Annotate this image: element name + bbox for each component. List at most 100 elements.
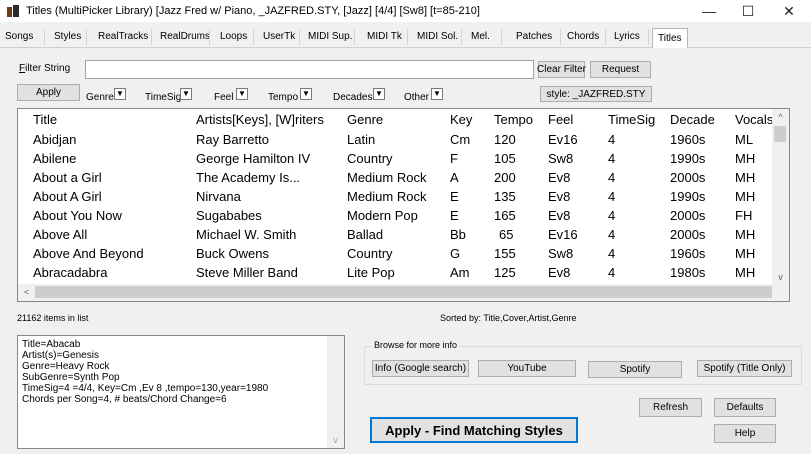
table-row[interactable]: Abracadabra Steve Miller Band Lite Pop A… <box>18 263 785 282</box>
tempo-dropdown-arrow-icon[interactable]: ▼ <box>300 88 312 100</box>
cell-timesig: 4 <box>608 189 616 204</box>
clear-filter-button[interactable]: Clear Filter <box>537 61 586 78</box>
refresh-button[interactable]: Refresh <box>639 398 702 417</box>
cell-key: Am <box>450 265 470 280</box>
filter-string-input[interactable] <box>85 60 534 79</box>
cell-genre: Country <box>347 246 393 261</box>
tab-midi-sol[interactable]: MIDI Sol. <box>417 30 458 47</box>
minimize-button[interactable]: — <box>692 0 726 22</box>
cell-genre: Medium Rock <box>347 170 427 185</box>
info-line: Chords per Song=4, # beats/Chord Change=… <box>22 394 227 405</box>
google-search-button[interactable]: Info (Google search) <box>372 360 469 377</box>
genre-dropdown-arrow-icon[interactable]: ▼ <box>114 88 126 100</box>
column-header-artists[interactable]: Artists[Keys], [W]riters <box>181 109 332 130</box>
tab-realdrums[interactable]: RealDrums <box>160 30 210 47</box>
info-vertical-scrollbar[interactable]: v <box>327 336 344 448</box>
tab-titles[interactable]: Titles <box>652 28 688 48</box>
info-line: Title=Abacab <box>22 339 81 350</box>
spotify-title-only-button[interactable]: Spotify (Title Only) <box>697 360 792 377</box>
scroll-down-arrow-icon[interactable]: v <box>772 269 789 285</box>
cell-feel: Sw8 <box>548 151 574 166</box>
cell-key: Cm <box>450 132 471 147</box>
tab-realtracks[interactable]: RealTracks <box>98 30 148 47</box>
request-button[interactable]: Request <box>590 61 651 78</box>
tab-chords[interactable]: Chords <box>567 30 599 47</box>
spotify-button[interactable]: Spotify <box>588 361 682 378</box>
cell-tempo: 65 <box>499 227 514 242</box>
cell-tempo: 135 <box>494 189 516 204</box>
table-row[interactable]: Above All Michael W. Smith Ballad Bb 65 … <box>18 225 785 244</box>
tab-songs[interactable]: Songs <box>5 30 33 47</box>
column-header-genre[interactable]: Genre <box>332 109 435 130</box>
tempo-filter-label: Tempo <box>268 92 299 103</box>
song-titles-list[interactable]: Title Artists[Keys], [W]riters Genre Key… <box>17 108 790 302</box>
song-info-box[interactable]: Title=Abacab Artist(s)=Genesis Genre=Hea… <box>17 335 345 449</box>
list-vertical-scrollbar[interactable]: ^ v <box>772 109 789 285</box>
column-header-title[interactable]: Title <box>18 109 181 130</box>
table-row[interactable]: About You Now Sugababes Modern Pop E 165… <box>18 206 785 225</box>
table-row[interactable]: About a Girl The Academy Is... Medium Ro… <box>18 168 785 187</box>
cell-tempo: 105 <box>494 151 516 166</box>
tab-loops[interactable]: Loops <box>220 30 247 47</box>
browse-group-label: Browse for more info <box>372 340 460 350</box>
tab-usertk[interactable]: UserTk <box>263 30 295 47</box>
tab-patches[interactable]: Patches <box>516 30 552 47</box>
cell-timesig: 4 <box>608 132 616 147</box>
column-header-key[interactable]: Key <box>435 109 479 130</box>
column-header-timesig[interactable]: TimeSig <box>593 109 655 130</box>
scroll-up-arrow-icon[interactable]: ^ <box>772 109 789 125</box>
feel-filter-label: Feel <box>214 92 234 103</box>
timesig-dropdown-arrow-icon[interactable]: ▼ <box>180 88 192 100</box>
cell-artist: Michael W. Smith <box>196 227 297 242</box>
cell-genre: Modern Pop <box>347 208 418 223</box>
band-in-a-box-app-icon <box>6 4 20 18</box>
other-dropdown-arrow-icon[interactable]: ▼ <box>431 88 443 100</box>
table-row[interactable]: Abidjan Ray Barretto Latin Cm 120 Ev16 4… <box>18 130 785 149</box>
cell-decade: 1990s <box>670 151 706 166</box>
feel-dropdown-arrow-icon[interactable]: ▼ <box>236 88 248 100</box>
table-row[interactable]: About A Girl Nirvana Medium Rock E 135 E… <box>18 187 785 206</box>
tab-midi-sup[interactable]: MIDI Sup. <box>308 30 352 47</box>
timesig-filter-label: TimeSig <box>145 92 182 103</box>
defaults-button[interactable]: Defaults <box>714 398 776 417</box>
decades-dropdown-arrow-icon[interactable]: ▼ <box>373 88 385 100</box>
help-button[interactable]: Help <box>714 424 776 443</box>
cell-artist: Nirvana <box>196 189 241 204</box>
cell-artist: Sugababes <box>196 208 262 223</box>
column-header-decade[interactable]: Decade <box>655 109 720 130</box>
table-row[interactable]: Abilene George Hamilton IV Country F 105… <box>18 149 785 168</box>
cell-decade: 1980s <box>670 265 706 280</box>
cell-feel: Ev8 <box>548 189 571 204</box>
style-button[interactable]: style: _JAZFRED.STY <box>540 86 652 102</box>
apply-find-matching-styles-button[interactable]: Apply - Find Matching Styles <box>370 417 578 443</box>
cell-title: Above And Beyond <box>33 246 144 261</box>
cell-decade: 1960s <box>670 132 706 147</box>
cell-genre: Country <box>347 151 393 166</box>
other-filter-label: Other <box>404 92 430 103</box>
column-header-tempo[interactable]: Tempo <box>479 109 533 130</box>
tab-styles[interactable]: Styles <box>54 30 81 47</box>
table-row[interactable]: Above And Beyond Buck Owens Country G 15… <box>18 244 785 263</box>
cell-key: Bb <box>450 227 466 242</box>
info-scroll-down-arrow-icon[interactable]: v <box>327 432 344 448</box>
cell-feel: Ev16 <box>548 227 578 242</box>
apply-filter-button[interactable]: Apply <box>17 84 80 101</box>
tab-lyrics[interactable]: Lyrics <box>614 30 640 47</box>
vertical-scroll-thumb[interactable] <box>774 126 786 142</box>
close-button[interactable]: ✕ <box>772 0 806 22</box>
cell-tempo: 125 <box>494 265 516 280</box>
cell-feel: Ev8 <box>548 208 571 223</box>
cell-title: About You Now <box>33 208 122 223</box>
tab-bar: Songs Styles RealTracks RealDrums Loops … <box>0 26 811 48</box>
list-horizontal-scrollbar[interactable]: < > <box>18 284 789 301</box>
youtube-button[interactable]: YouTube <box>478 360 576 377</box>
tab-mel[interactable]: Mel. <box>471 30 490 47</box>
tab-midi-tk[interactable]: MIDI Tk <box>367 30 402 47</box>
horizontal-scroll-thumb[interactable] <box>35 286 772 298</box>
scroll-left-arrow-icon[interactable]: < <box>18 284 35 301</box>
info-line: TimeSig=4 =4/4, Key=Cm ,Ev 8 ,tempo=130,… <box>22 383 269 394</box>
title-bar: Titles (MultiPicker Library) [Jazz Fred … <box>0 0 811 22</box>
maximize-button[interactable]: ☐ <box>731 0 765 22</box>
cell-title: About a Girl <box>33 170 102 185</box>
column-header-feel[interactable]: Feel <box>533 109 593 130</box>
